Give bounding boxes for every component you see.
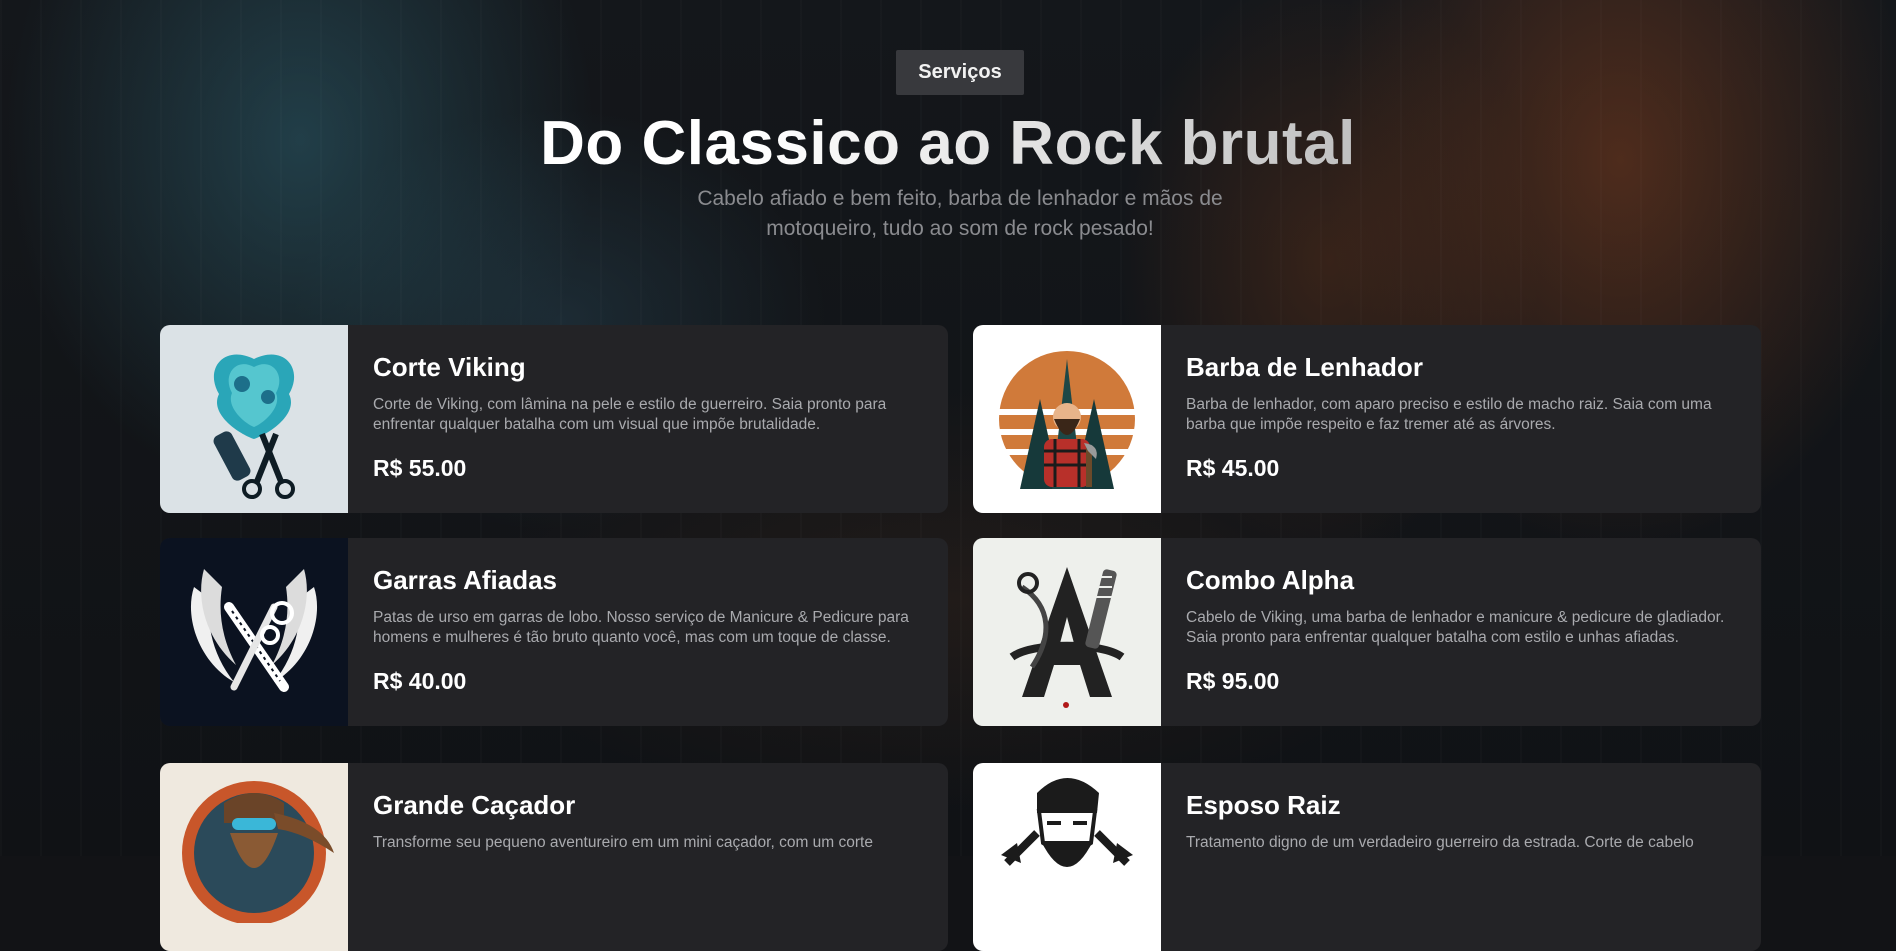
service-description: Tratamento digno de um verdadeiro guerre… xyxy=(1186,834,1694,851)
section-subtitle: Cabelo afiado e bem feito, barba de lenh… xyxy=(697,187,1223,240)
service-description: Patas de urso em garras de lobo. Nosso s… xyxy=(373,609,909,646)
service-price: R$ 40.00 xyxy=(373,668,467,694)
service-name: Grande Caçador xyxy=(373,790,576,820)
service-card-corte-viking[interactable]: Corte Viking Corte de Viking, com lâmina… xyxy=(160,325,948,513)
service-name: Esposo Raiz xyxy=(1186,790,1341,820)
service-price: R$ 95.00 xyxy=(1186,668,1280,694)
service-description: Barba de lenhador, com aparo preciso e e… xyxy=(1186,396,1712,433)
service-price: R$ 45.00 xyxy=(1186,455,1280,481)
service-description: Corte de Viking, com lâmina na pele e es… xyxy=(373,396,887,433)
service-description: Transforme seu pequeno aventureiro em um… xyxy=(373,834,873,851)
service-name: Combo Alpha xyxy=(1186,565,1355,595)
bearded-hunter-icon xyxy=(160,763,348,951)
section-title: Do Classico ao Rock brutal xyxy=(0,108,1896,179)
service-card-esposo-raiz[interactable]: Esposo Raiz Tratamento digno de um verda… xyxy=(973,763,1761,951)
service-name: Barba de Lenhador xyxy=(1186,352,1423,382)
service-card-barba-de-lenhador[interactable]: Barba de Lenhador Barba de lenhador, com… xyxy=(973,325,1761,513)
service-name: Corte Viking xyxy=(373,352,526,382)
service-card-grande-cacador[interactable]: Grande Caçador Transforme seu pequeno av… xyxy=(160,763,948,951)
service-card-garras-afiadas[interactable]: Garras Afiadas Patas de urso em garras d… xyxy=(160,538,948,726)
service-price: R$ 55.00 xyxy=(373,455,467,481)
bearded-man-axes-icon xyxy=(973,763,1161,951)
service-description: Cabelo de Viking, uma barba de lenhador … xyxy=(1186,609,1725,646)
claws-icon xyxy=(160,538,348,726)
alpha-letter-icon xyxy=(973,538,1161,726)
service-name: Garras Afiadas xyxy=(373,565,558,595)
viking-scissors-icon xyxy=(160,325,348,513)
section-badge: Serviços xyxy=(896,50,1024,95)
service-card-combo-alpha[interactable]: Combo Alpha Cabelo de Viking, uma barba … xyxy=(973,538,1761,726)
lumberjack-icon xyxy=(973,325,1161,513)
